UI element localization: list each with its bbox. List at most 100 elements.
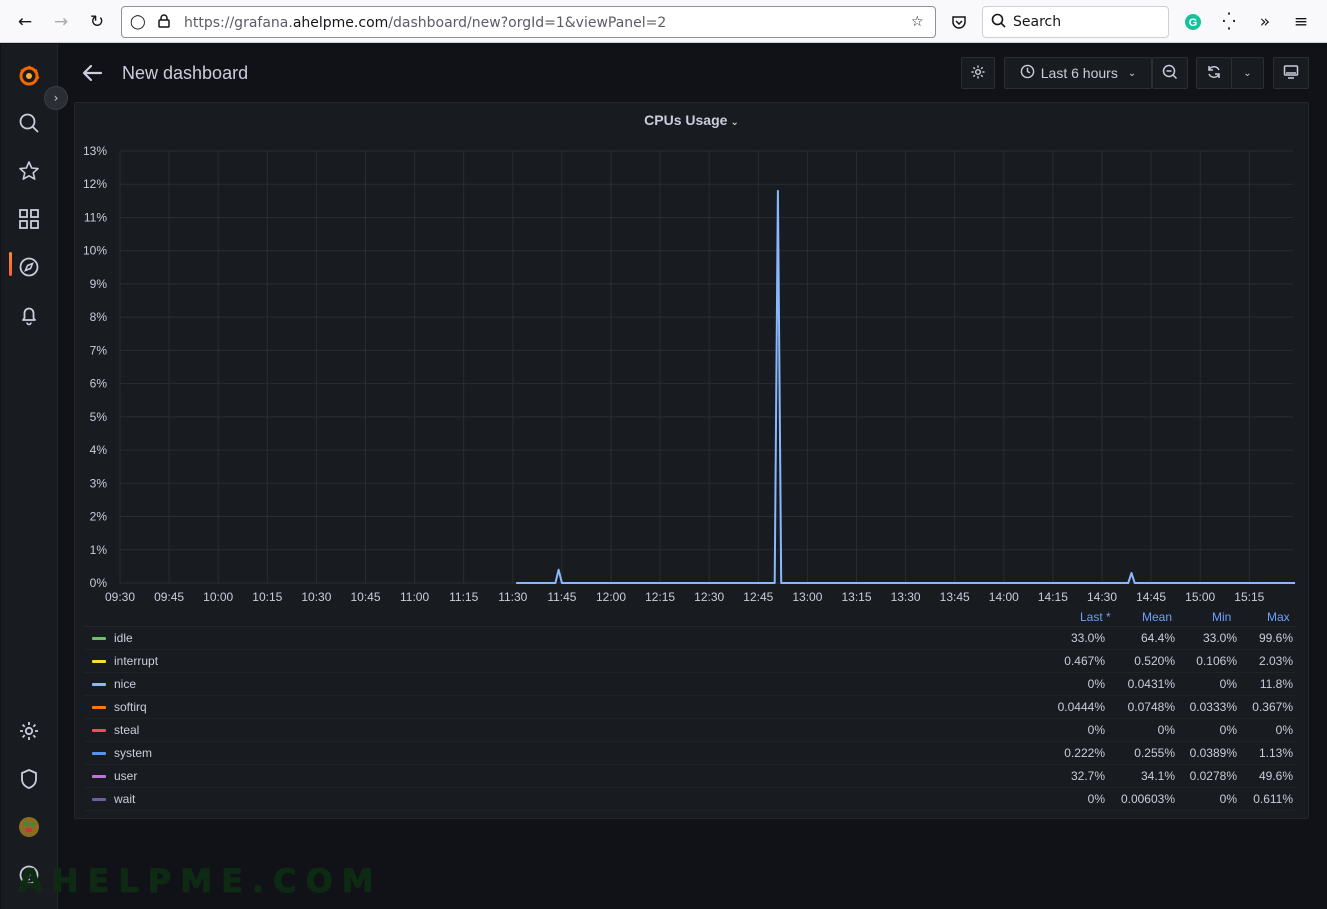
- legend-row-interrupt[interactable]: interrupt 0.467% 0.520% 0.106% 2.03%: [84, 650, 1295, 673]
- legend-header-last[interactable]: Last *: [1080, 610, 1111, 624]
- starred-icon[interactable]: [17, 159, 41, 183]
- y-tick-label: 5%: [90, 410, 108, 424]
- x-tick-label: 12:30: [694, 590, 724, 604]
- dashboard-settings-button[interactable]: [961, 57, 995, 89]
- series-name[interactable]: wait: [114, 792, 135, 806]
- series-name[interactable]: user: [114, 769, 137, 783]
- url-text: https://grafana.ahelpme.com/dashboard/ne…: [184, 15, 667, 31]
- x-tick-label: 09:45: [154, 590, 184, 604]
- zoom-out-button[interactable]: [1152, 57, 1188, 89]
- legend-header-min[interactable]: Min: [1212, 610, 1231, 624]
- legend-row-system[interactable]: system 0.222% 0.255% 0.0389% 1.13%: [84, 742, 1295, 765]
- grid-lines: [119, 150, 1293, 584]
- alerting-bell-icon[interactable]: [17, 303, 41, 327]
- value-last: 0.467%: [1064, 654, 1105, 668]
- y-tick-label: 10%: [83, 244, 107, 258]
- explore-compass-icon[interactable]: [17, 255, 41, 279]
- y-axis-ticks: 0% 1% 2% 3% 4% 5% 6% 7% 8% 9% 10% 11% 12% 13%: [83, 144, 107, 590]
- series-color-swatch[interactable]: [92, 798, 106, 801]
- value-max: 0%: [1275, 723, 1293, 737]
- menu-icon[interactable]: ≡: [1290, 11, 1312, 33]
- series-color-swatch[interactable]: [92, 706, 106, 709]
- sidebar: [1, 44, 58, 909]
- expand-sidebar-chevron-icon[interactable]: ›: [44, 86, 68, 110]
- grafana-logo-icon[interactable]: [17, 64, 41, 88]
- pocket-icon[interactable]: [948, 11, 970, 33]
- series-color-swatch[interactable]: [92, 775, 106, 778]
- x-tick-label: 14:15: [1038, 590, 1068, 604]
- y-tick-label: 1%: [90, 543, 108, 557]
- legend-rows: idle 33.0% 64.4% 33.0% 99.6% interrupt 0.467% 0…: [84, 627, 1295, 811]
- series-name[interactable]: interrupt: [114, 654, 158, 668]
- x-tick-label: 11:45: [547, 590, 576, 604]
- tv-mode-button[interactable]: [1273, 57, 1309, 89]
- series-color-swatch[interactable]: [92, 683, 106, 686]
- shield-icon[interactable]: ◯: [130, 14, 146, 30]
- extension-icon[interactable]: ⁛: [1218, 11, 1240, 33]
- watermark: AHELPME.COM: [18, 862, 383, 900]
- value-last: 0%: [1087, 723, 1105, 737]
- x-tick-label: 12:15: [645, 590, 675, 604]
- browser-toolbar: ← → ↻ ◯ https://grafana.ahelpme.com/dash…: [0, 0, 1327, 43]
- legend-row-wait[interactable]: wait 0% 0.00603% 0% 0.611%: [84, 788, 1295, 811]
- reload-icon[interactable]: ↻: [86, 11, 108, 33]
- y-tick-label: 0%: [90, 576, 108, 590]
- grammarly-icon[interactable]: G: [1182, 11, 1204, 33]
- value-last: 0%: [1087, 792, 1105, 806]
- time-series-chart[interactable]: 0%1%2%3%4%5%6%7%8%9%10%11%12%13% 09:30 09…: [75, 103, 1310, 608]
- browser-search[interactable]: Search: [982, 6, 1169, 38]
- lock-icon[interactable]: [158, 14, 170, 32]
- series-name[interactable]: system: [114, 746, 152, 760]
- series-name[interactable]: idle: [114, 631, 133, 645]
- series-color-swatch[interactable]: [92, 637, 106, 640]
- time-range-label: Last 6 hours: [1040, 65, 1118, 81]
- x-tick-label: 14:45: [1136, 590, 1166, 604]
- settings-gear-icon[interactable]: [17, 719, 41, 743]
- back-arrow-icon[interactable]: [81, 62, 103, 84]
- value-last: 0.0444%: [1057, 700, 1105, 714]
- user-avatar-icon[interactable]: [17, 815, 41, 839]
- legend-row-steal[interactable]: steal 0% 0% 0% 0%: [84, 719, 1295, 742]
- refresh-interval-dropdown[interactable]: ⌄: [1231, 57, 1264, 89]
- active-indicator: [9, 252, 12, 276]
- value-max: 0.611%: [1253, 792, 1293, 806]
- series-color-swatch[interactable]: [92, 660, 106, 663]
- search-icon[interactable]: [17, 111, 41, 135]
- clock-icon: [1020, 64, 1035, 82]
- value-max: 49.6%: [1258, 769, 1293, 783]
- overflow-chevrons-icon[interactable]: »: [1254, 11, 1276, 33]
- legend-header-mean[interactable]: Mean: [1142, 610, 1172, 624]
- legend-header: Last * Mean Min Max: [84, 609, 1295, 627]
- dashboards-icon[interactable]: [17, 207, 41, 231]
- value-max: 2.03%: [1258, 654, 1293, 668]
- dashboard-navbar: New dashboard Last 6 hours ⌄ ⌄: [58, 44, 1327, 102]
- x-tick-label: 13:00: [792, 590, 822, 604]
- x-tick-label: 09:30: [105, 590, 135, 604]
- legend-row-idle[interactable]: idle 33.0% 64.4% 33.0% 99.6%: [84, 627, 1295, 650]
- series-color-swatch[interactable]: [92, 752, 106, 755]
- legend-row-nice[interactable]: nice 0% 0.0431% 0% 11.8%: [84, 673, 1295, 696]
- url-bar[interactable]: ◯ https://grafana.ahelpme.com/dashboard/…: [121, 6, 936, 38]
- x-tick-label: 10:45: [350, 590, 380, 604]
- x-tick-label: 14:30: [1087, 590, 1117, 604]
- zoom-out-icon: [1162, 64, 1178, 83]
- series-name[interactable]: steal: [114, 723, 139, 737]
- series-name[interactable]: nice: [114, 677, 136, 691]
- legend-row-softirq[interactable]: softirq 0.0444% 0.0748% 0.0333% 0.367%: [84, 696, 1295, 719]
- refresh-button[interactable]: [1196, 57, 1232, 89]
- forward-icon[interactable]: →: [50, 11, 72, 33]
- back-icon[interactable]: ←: [14, 11, 36, 33]
- series-name[interactable]: softirq: [114, 700, 147, 714]
- shield-admin-icon[interactable]: [17, 767, 41, 791]
- series-color-swatch[interactable]: [92, 729, 106, 732]
- value-max: 11.8%: [1259, 677, 1293, 691]
- time-range-picker[interactable]: Last 6 hours ⌄: [1004, 57, 1152, 89]
- x-tick-label: 11:15: [449, 590, 478, 604]
- chevron-down-icon: ⌄: [1127, 67, 1137, 79]
- legend-row-user[interactable]: user 32.7% 34.1% 0.0278% 49.6%: [84, 765, 1295, 788]
- x-tick-label: 10:00: [203, 590, 233, 604]
- x-tick-label: 10:30: [301, 590, 331, 604]
- legend-header-max[interactable]: Max: [1267, 610, 1290, 624]
- bookmark-star-icon[interactable]: ☆: [911, 14, 924, 30]
- search-icon: [991, 13, 1007, 34]
